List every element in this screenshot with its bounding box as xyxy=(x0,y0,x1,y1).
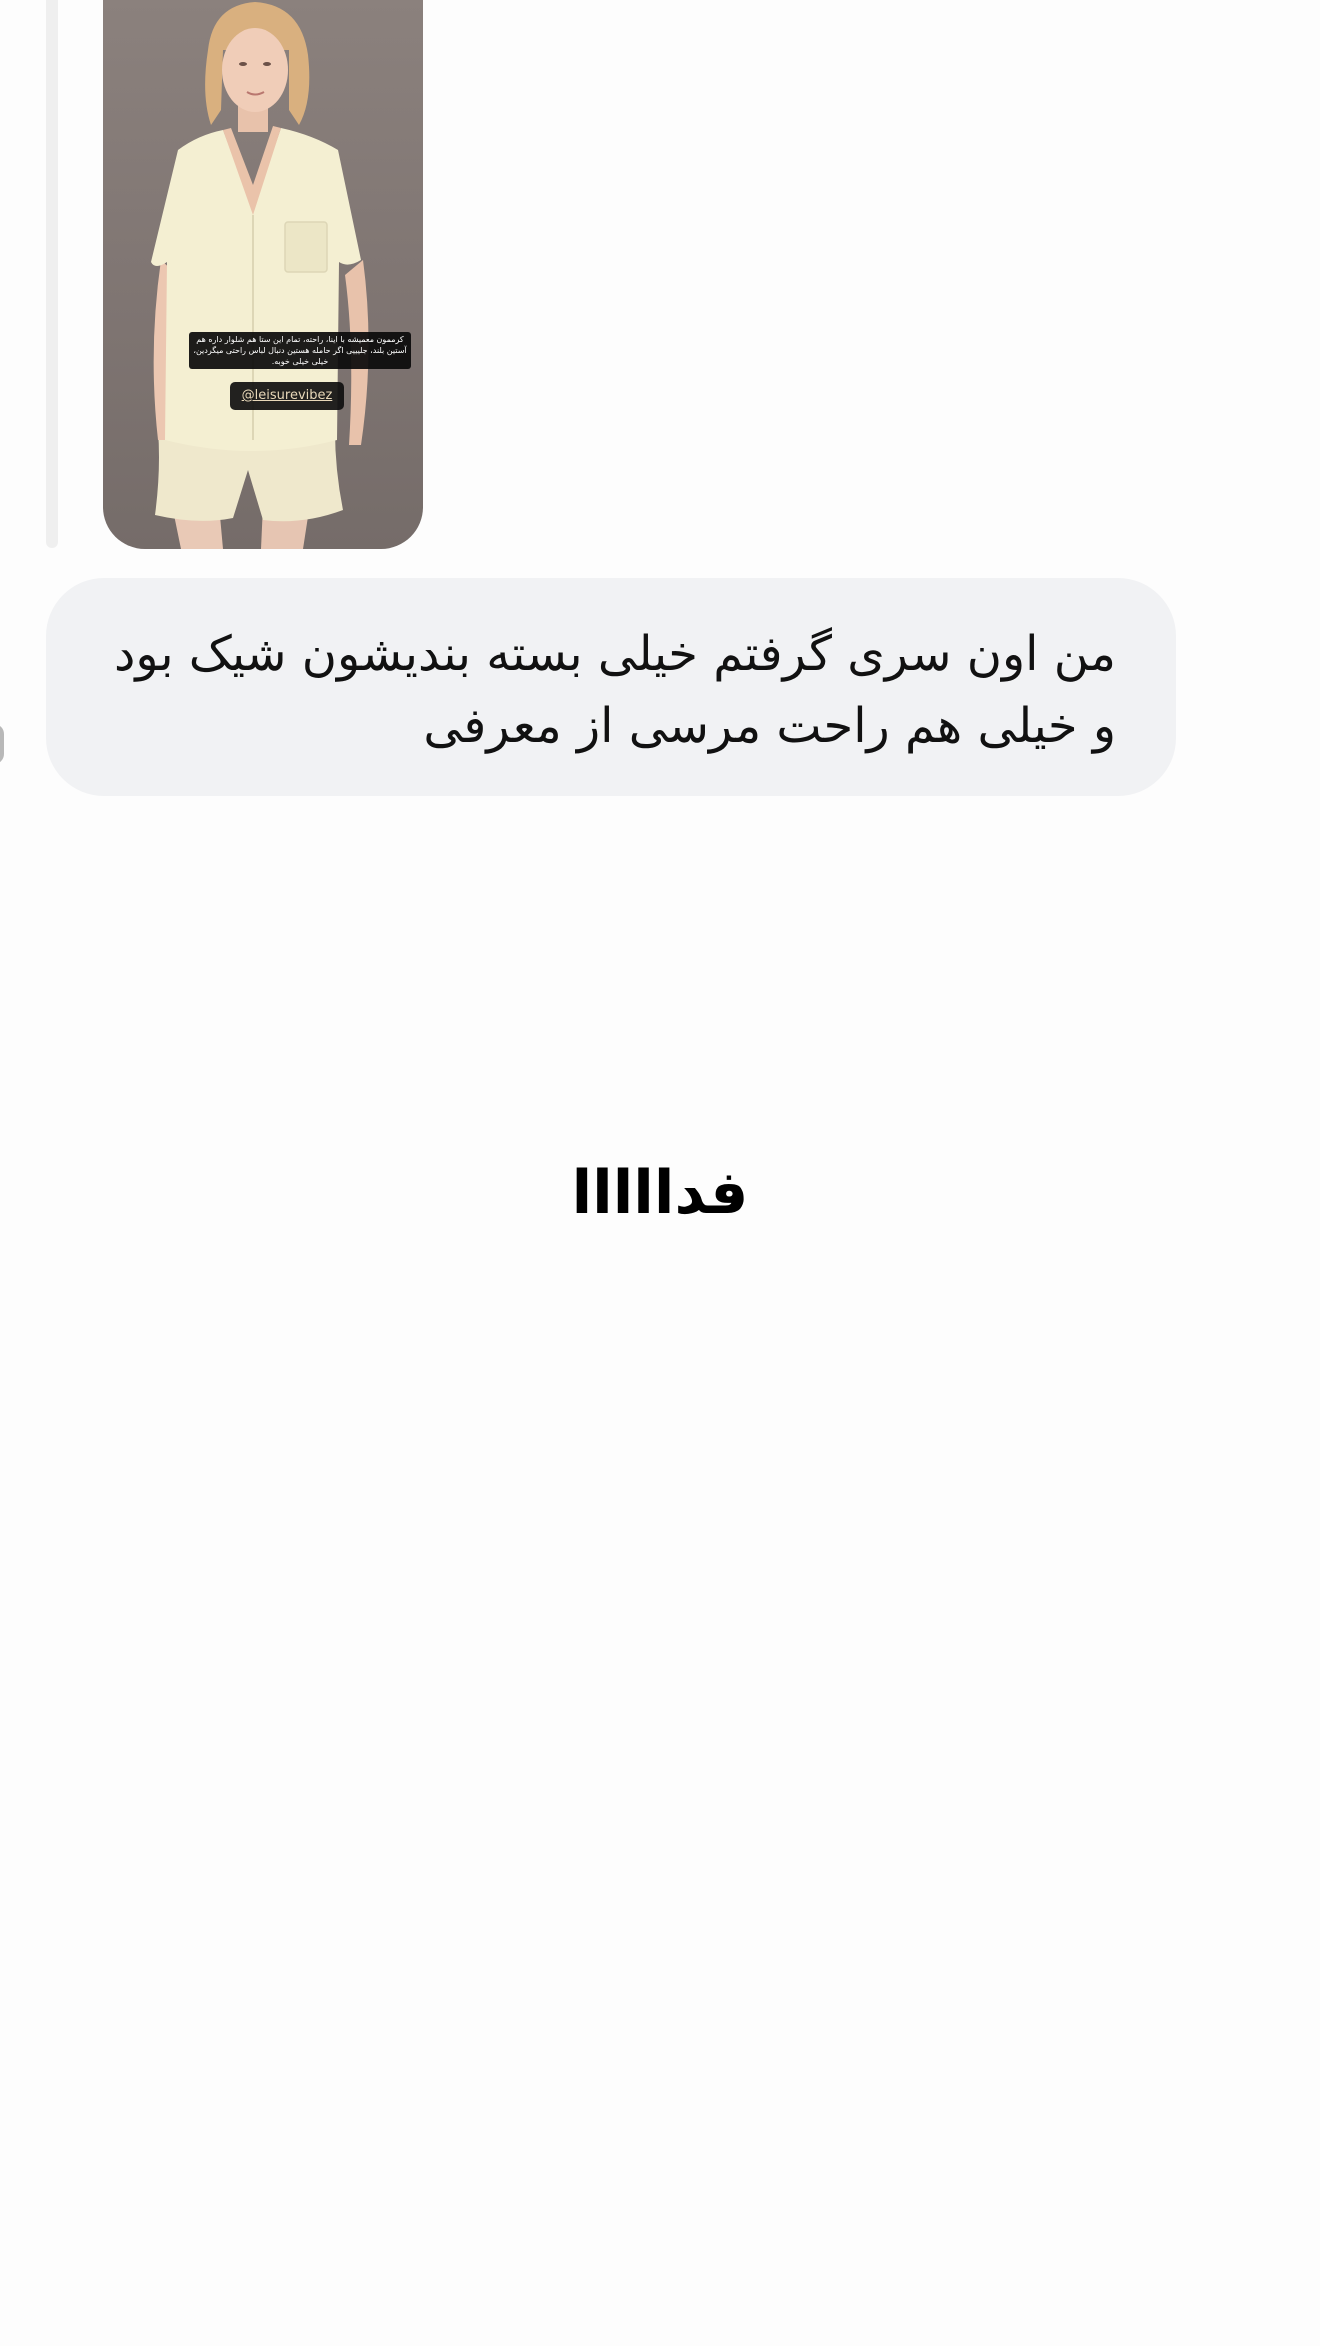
message-bubble[interactable]: من اون سری گرفتم خیلی بسته بندیشون شیک ب… xyxy=(46,578,1176,796)
story-reply-thumbnail[interactable]: کرممون معمیشه با اینا، راحته، تمام این س… xyxy=(103,0,423,549)
story-mention-tag[interactable]: @leisurevibez xyxy=(230,382,344,410)
message-text: من اون سری گرفتم خیلی بسته بندیشون شیک ب… xyxy=(114,626,1116,754)
sender-avatar[interactable] xyxy=(0,724,4,764)
reaction-message-text: فدااااا xyxy=(571,1158,749,1228)
story-image-icon xyxy=(151,2,369,549)
reply-indicator-bar xyxy=(46,0,58,548)
story-caption: کرممون معمیشه با اینا، راحته، تمام این س… xyxy=(189,332,411,369)
